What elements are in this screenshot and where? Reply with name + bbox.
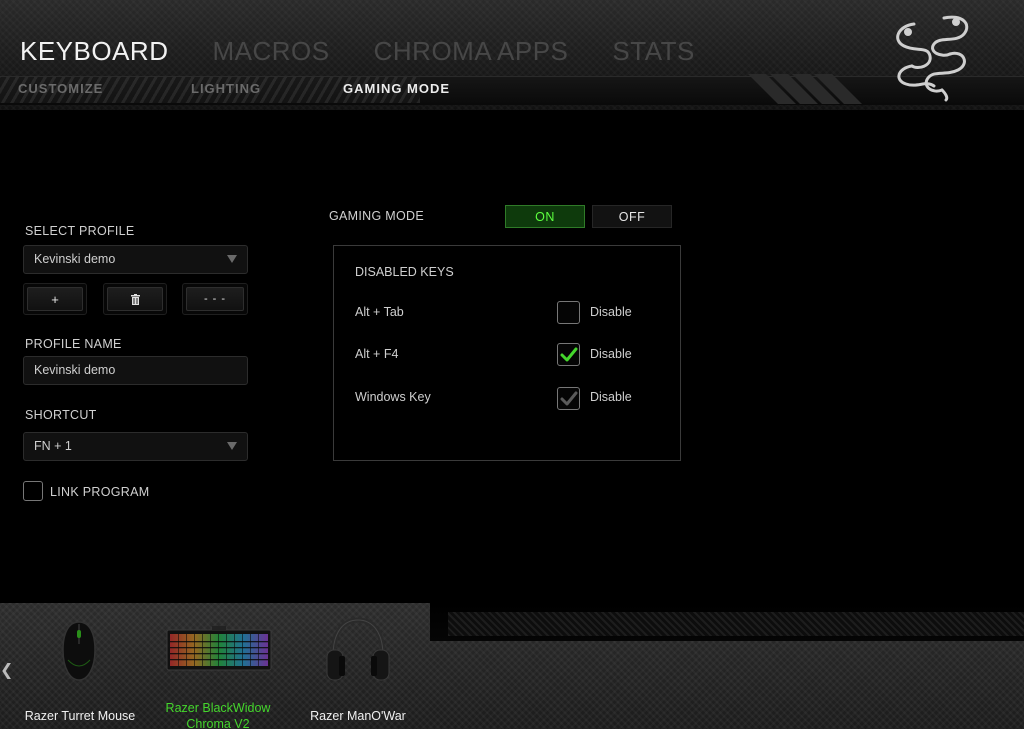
link-program-label: LINK PROGRAM [50,485,150,499]
trash-icon [130,293,140,305]
subtab-lighting[interactable]: LIGHTING [191,81,261,96]
device-bar-texture [448,612,1024,636]
device-blackwidow-chroma-v2[interactable]: Razer BlackWidow Chroma V2 [158,612,278,729]
disable-alt-f4-label: Disable [590,347,632,361]
more-options-button[interactable]: - - - [182,283,248,315]
select-profile-label: SELECT PROFILE [25,224,135,238]
razer-logo-icon [896,15,969,102]
link-program-checkbox[interactable] [23,481,43,501]
headset-icon [326,617,390,681]
checkmark-icon [560,347,578,362]
disable-windows-key-label: Disable [590,390,632,404]
device-name-blackwidow-line2: Chroma V2 [186,717,250,729]
chevron-down-icon [227,442,237,450]
profile-name-value: Kevinski demo [34,363,116,377]
device-name-turret-mouse: Razer Turret Mouse [24,709,136,723]
shortcut-value: FN + 1 [34,439,72,453]
tab-chroma-apps[interactable]: CHROMA APPS [374,36,569,66]
shortcut-dropdown[interactable]: FN + 1 [23,432,248,461]
tab-macros[interactable]: MACROS [213,36,330,66]
disable-windows-key-checkbox[interactable] [557,387,580,410]
disable-alt-f4-checkbox[interactable] [557,343,580,366]
disable-alt-tab-checkbox[interactable] [557,301,580,324]
device-turret-mouse[interactable]: Razer Turret Mouse [20,612,140,724]
more-icon: - - - [203,293,227,305]
disable-alt-tab-label: Disable [590,305,632,319]
key-alt-tab-label: Alt + Tab [355,305,404,319]
gaming-mode-off-button[interactable]: OFF [592,205,672,228]
scroll-left-icon[interactable]: ❮ [0,660,13,680]
subtab-gaming-mode[interactable]: GAMING MODE [343,81,450,96]
checkmark-icon [560,391,578,406]
profile-name-input[interactable]: Kevinski demo [23,356,248,385]
subnav-band [0,76,1024,105]
shortcut-label: SHORTCUT [25,408,97,422]
header: KEYBOARD MACROS CHROMA APPS STATS CUSTOM… [0,0,1024,110]
plus-icon: + [51,291,59,307]
disabled-keys-panel: DISABLED KEYS Alt + Tab Disable Alt + F4… [333,245,681,461]
gaming-mode-label: GAMING MODE [329,209,424,223]
tab-stats[interactable]: STATS [612,36,694,66]
profile-dropdown-value: Kevinski demo [34,252,116,266]
mouse-icon [62,621,96,681]
device-name-manowar: Razer ManO'War [310,709,406,723]
device-name-blackwidow-line1: Razer BlackWidow [165,701,271,715]
slash-decoration [748,74,862,104]
device-manowar[interactable]: Razer ManO'War [298,612,418,724]
chevron-down-icon [227,255,237,263]
razer-synapse-window: KEYBOARD MACROS CHROMA APPS STATS CUSTOM… [0,0,1024,729]
main-tabs: KEYBOARD MACROS CHROMA APPS STATS [20,36,739,66]
key-windows-label: Windows Key [355,390,431,404]
profile-dropdown[interactable]: Kevinski demo [23,245,248,274]
profile-name-label: PROFILE NAME [25,337,122,351]
subtab-customize[interactable]: CUSTOMIZE [18,81,103,96]
keyboard-icon [166,626,272,671]
gaming-mode-on-button[interactable]: ON [505,205,585,228]
disabled-keys-title: DISABLED KEYS [355,265,454,279]
add-profile-button[interactable]: + [23,283,87,315]
delete-profile-button[interactable] [103,283,167,315]
key-alt-f4-label: Alt + F4 [355,347,399,361]
tab-keyboard[interactable]: KEYBOARD [20,36,169,66]
